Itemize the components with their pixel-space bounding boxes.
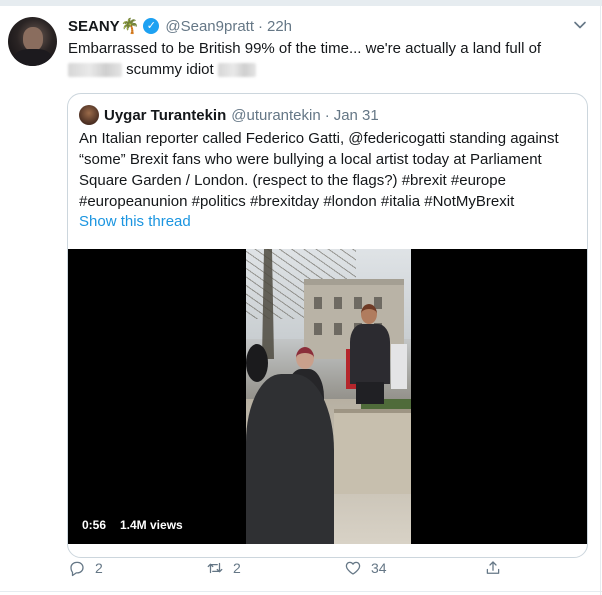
like-button[interactable]: 34 [344, 557, 387, 579]
quoted-tweet-card[interactable]: Uygar Turantekin @uturantekin · Jan 31 A… [67, 93, 588, 558]
video-person-head [246, 344, 268, 382]
tweet-text-visible: scummy idiot [126, 61, 214, 78]
video-person [391, 344, 407, 389]
quoted-text-line: An Italian reporter called Federico Gatt… [79, 130, 559, 147]
quoted-tweet-date[interactable]: Jan 31 [334, 107, 379, 124]
redacted-text [68, 63, 122, 78]
building-window [334, 323, 342, 335]
video-person-legs [356, 382, 384, 404]
like-icon [345, 561, 361, 575]
building-window [314, 297, 322, 309]
quoted-text-line: #europeanunion #politics #brexitday #lon… [79, 193, 515, 210]
quoted-text-line: “some” Brexit fans who were bullying a l… [79, 151, 542, 168]
show-thread-link[interactable]: Show this thread [79, 213, 191, 230]
video-person [246, 374, 334, 544]
tweet-text-line: Embarrassed to be British 99% of the tim… [68, 40, 542, 57]
reply-icon [70, 561, 84, 577]
quoted-tweet-header: Uygar Turantekin @uturantekin · Jan 31 [104, 105, 379, 125]
top-divider [0, 0, 602, 6]
retweet-count: 2 [233, 560, 241, 576]
header-separator: · [258, 17, 263, 35]
share-button[interactable] [484, 557, 502, 579]
palm-tree-emoji: 🌴 [120, 18, 140, 35]
author-avatar[interactable] [8, 17, 57, 66]
tweet-actions: 2 2 34 [68, 557, 508, 579]
video-player[interactable]: 0:56 1.4M views [68, 249, 587, 544]
video-person [350, 324, 390, 384]
redacted-text [217, 63, 256, 78]
bottom-divider [0, 591, 602, 592]
building-window [354, 297, 362, 309]
reply-button[interactable]: 2 [68, 557, 103, 579]
share-icon [486, 561, 500, 574]
building-window [334, 297, 342, 309]
tweet-header: SEANY 🌴 ✓ @Sean9pratt · 22h [68, 16, 292, 36]
chevron-down-icon[interactable] [573, 18, 587, 32]
building-window [314, 323, 322, 335]
quoted-author-avatar[interactable] [79, 105, 99, 125]
like-count: 34 [371, 560, 387, 576]
verified-icon: ✓ [143, 18, 160, 34]
video-frame [246, 249, 411, 544]
tweet-text: Embarrassed to be British 99% of the tim… [68, 38, 588, 80]
author-handle[interactable]: @Sean9pratt [165, 18, 254, 35]
quoted-text-line: Square Garden / London. (respect to the … [79, 172, 506, 189]
retweet-icon [207, 562, 223, 574]
right-divider [600, 0, 601, 595]
quoted-tweet-text: An Italian reporter called Federico Gatt… [79, 128, 579, 212]
video-views-badge: 1.4M views [115, 516, 188, 535]
quoted-header-separator: · [324, 106, 330, 124]
tweet-text-line: scummy idiot [68, 59, 588, 80]
reply-count: 2 [95, 560, 103, 576]
author-display-name[interactable]: SEANY [68, 18, 120, 35]
quoted-author-handle[interactable]: @uturantekin [231, 107, 320, 124]
video-duration-badge: 0:56 [77, 516, 112, 535]
retweet-button[interactable]: 2 [206, 557, 241, 579]
video-person-head [361, 304, 377, 324]
quoted-author-name[interactable]: Uygar Turantekin [104, 107, 226, 124]
video-person-head [296, 347, 314, 369]
tweet-timestamp[interactable]: 22h [267, 18, 292, 35]
avatar-body [14, 49, 52, 66]
avatar-face [23, 27, 43, 51]
video-plinth [334, 409, 411, 494]
